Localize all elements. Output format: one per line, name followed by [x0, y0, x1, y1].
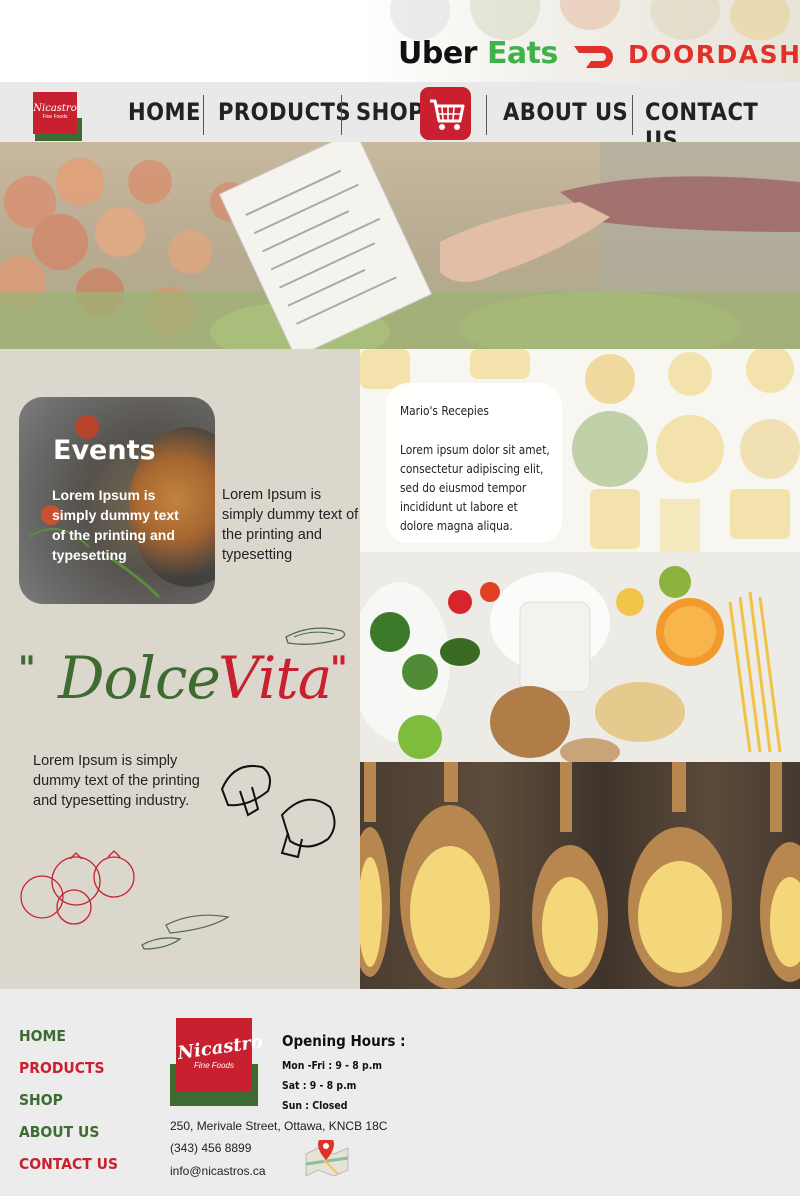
nav-shop[interactable]: SHOP: [356, 98, 424, 126]
logo-red-block: Nicastro Fine Foods: [33, 92, 77, 134]
map-location-icon[interactable]: [304, 1140, 350, 1176]
pepper-sketch-icon-2: [141, 914, 230, 950]
tomato-sketch-icon: [20, 850, 135, 925]
cart-icon: [430, 99, 465, 130]
uber-eats-word1: Uber: [398, 36, 477, 71]
logo-red-block: Nicastro Fine Foods: [176, 1018, 264, 1092]
events-text: Lorem Ipsum is simply dummy text of the …: [52, 487, 179, 563]
banner-decoration: [650, 0, 720, 40]
doordash-link[interactable]: DOORDASH: [628, 40, 800, 69]
doordash-icon[interactable]: [572, 41, 620, 69]
nav-home[interactable]: HOME: [128, 98, 201, 126]
cart-button[interactable]: [420, 87, 471, 140]
nav-about-us[interactable]: ABOUT US: [503, 98, 628, 126]
dolce-word: Dolce: [58, 644, 221, 712]
groceries-illustration: [360, 566, 782, 762]
vita-word: Vita: [218, 644, 332, 712]
recipes-text: Lorem ipsum dolor sit amet, consectetur …: [400, 442, 550, 533]
nav-divider: [486, 95, 487, 135]
brand-logo[interactable]: Nicastro Fine Foods: [33, 92, 82, 141]
banner-decoration: [730, 0, 790, 40]
footer-address: 250, Merivale Street, Ottawa, KNCB 18C: [170, 1119, 388, 1133]
footer-phone[interactable]: (343) 456 8899: [170, 1141, 251, 1155]
hero-overlay: [0, 142, 800, 349]
footer-email[interactable]: info@nicastros.ca: [170, 1164, 266, 1178]
logo-name: Nicastro: [176, 1031, 265, 1065]
footer-link-shop[interactable]: SHOP: [19, 1091, 63, 1109]
hours-weekdays: Mon -Fri : 9 - 8 p.m: [282, 1059, 383, 1072]
main-navigation: Nicastro Fine Foods HOME PRODUCTS SHOP A…: [0, 82, 800, 154]
recipes-title: Mario's Recepies: [400, 403, 489, 418]
site-footer: HOME PRODUCTS SHOP ABOUT US CONTACT US N…: [0, 989, 800, 1196]
opening-hours-title: Opening Hours :: [282, 1032, 406, 1050]
dolce-vita-text: Lorem Ipsum is simply dummy text of the …: [33, 753, 200, 809]
logo-sub: Fine Foods: [42, 114, 68, 120]
uber-eats-link[interactable]: Uber Eats: [398, 36, 558, 71]
banner-decoration: [390, 0, 450, 40]
quote-close: ": [330, 649, 348, 689]
footer-link-contact-us[interactable]: CONTACT US: [19, 1155, 118, 1173]
nav-divider: [203, 95, 204, 135]
footer-link-about-us[interactable]: ABOUT US: [19, 1123, 99, 1141]
footer-link-products[interactable]: PRODUCTS: [19, 1059, 105, 1077]
pasta-spoons-image: [360, 762, 800, 989]
hours-sunday: Sun : Closed: [282, 1099, 348, 1112]
quote-open: ": [18, 649, 36, 689]
events-card[interactable]: Events Lorem Ipsum is simply dummy text …: [19, 397, 215, 604]
nav-divider: [632, 95, 633, 135]
events-side-text: Lorem Ipsum is simply dummy text of the …: [222, 487, 359, 563]
delivery-partners-banner: Uber Eats DOORDASH: [0, 0, 800, 82]
uber-eats-word2: Eats: [486, 36, 558, 71]
hours-saturday: Sat : 9 - 8 p.m: [282, 1079, 357, 1092]
spoons-illustration: [360, 762, 800, 989]
footer-link-home[interactable]: HOME: [19, 1027, 66, 1045]
banner-decoration: [560, 0, 620, 30]
hero-grocery-image: [0, 142, 800, 349]
banner-decoration: [470, 0, 540, 40]
content-left-panel: Events Lorem Ipsum is simply dummy text …: [0, 349, 360, 989]
nav-products[interactable]: PRODUCTS: [218, 98, 351, 126]
footer-brand-logo: Nicastro Fine Foods: [170, 1018, 264, 1106]
nav-divider: [341, 95, 342, 135]
events-title: Events: [53, 435, 156, 466]
groceries-image: [360, 552, 800, 762]
mushroom-icon: [220, 765, 336, 859]
